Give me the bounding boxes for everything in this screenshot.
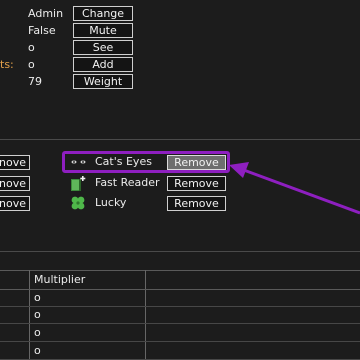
section-divider (0, 139, 360, 140)
table-cell: o (34, 308, 41, 321)
stat-value-weight: 79 (28, 75, 42, 88)
trait-name-fast-reader: Fast Reader (95, 176, 160, 189)
table-header-divider (0, 289, 360, 290)
table-cell: o (34, 344, 41, 357)
see-button[interactable]: See (73, 40, 133, 55)
stat-label-points: ts: (0, 58, 14, 71)
change-button[interactable]: Change (73, 6, 133, 21)
table-row-divider (0, 306, 360, 307)
table-header-multiplier: Multiplier (34, 273, 86, 286)
table-cell: o (34, 291, 41, 304)
multiplier-table: Multiplier o o o o (0, 270, 360, 360)
weight-button[interactable]: Weight (73, 74, 133, 89)
mute-button[interactable]: Mute (73, 23, 133, 38)
highlight-box (62, 151, 230, 173)
left-remove-button-2[interactable]: nove (0, 176, 30, 191)
table-row-divider (0, 323, 360, 324)
table-border-top (0, 270, 360, 271)
highlight-arrow-icon (229, 162, 360, 215)
remove-fast-reader-button[interactable]: Remove (167, 176, 226, 191)
table-col-divider-1 (29, 270, 30, 360)
remove-lucky-button[interactable]: Remove (167, 196, 226, 211)
stat-value-see: o (28, 41, 35, 54)
left-remove-button-1[interactable]: nove (0, 155, 30, 170)
table-row-divider (0, 341, 360, 342)
add-button[interactable]: Add (73, 57, 133, 72)
four-leaf-clover-icon (69, 195, 87, 212)
table-cell: o (34, 326, 41, 339)
table-top-divider (0, 251, 360, 252)
trait-name-lucky: Lucky (95, 196, 127, 209)
stat-value-role: Admin (28, 7, 64, 20)
table-col-divider-2 (145, 270, 146, 360)
left-remove-button-3[interactable]: nove (0, 196, 30, 211)
stat-value-points: o (28, 58, 35, 71)
book-plus-icon (69, 175, 87, 192)
stat-value-muted: False (28, 24, 56, 37)
